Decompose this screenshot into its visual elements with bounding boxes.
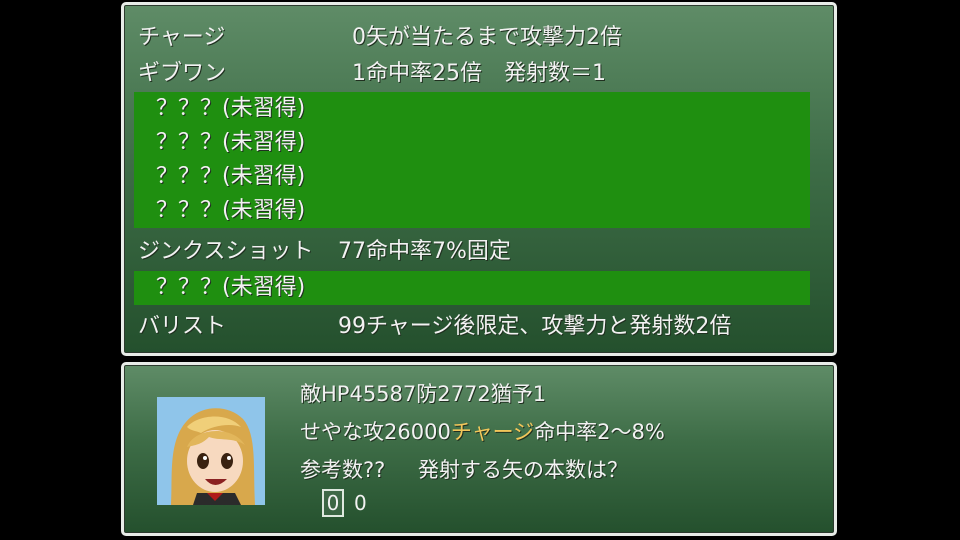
skill-name: ？？？(未習得)	[156, 164, 306, 189]
skill-list-window: チャージ 0矢が当たるまで攻撃力2倍 ギブワン 1命中率25倍 発射数＝1 ？？…	[121, 2, 837, 356]
character-portrait	[157, 397, 265, 505]
skill-row-charge[interactable]: チャージ 0矢が当たるまで攻撃力2倍	[134, 21, 810, 55]
skill-description: 0矢が当たるまで攻撃力2倍	[352, 25, 622, 50]
skill-name: ？？？(未習得)	[156, 275, 306, 300]
skill-name: チャージ	[138, 25, 226, 50]
digit-input-next[interactable]: 0	[354, 489, 367, 517]
message-window: 敵HP45587防2772猶予1 せやな攻26000チャージ命中率2～8% 参考…	[121, 362, 837, 536]
player-attack-text: せやな攻26000	[300, 420, 451, 444]
skill-name: ？？？(未習得)	[156, 130, 306, 155]
skill-name: ？？？(未習得)	[156, 96, 306, 121]
prompt-line: 参考数?? 発射する矢の本数は？	[300, 455, 628, 485]
skill-name: バリスト	[138, 314, 227, 339]
character-face-icon	[157, 397, 265, 505]
skill-row-locked[interactable]: ？？？(未習得)	[134, 126, 810, 160]
hit-rate-text: 命中率2～8%	[534, 420, 665, 444]
skill-row-giveone[interactable]: ギブワン 1命中率25倍 発射数＝1	[134, 57, 810, 91]
skill-description: 1命中率25倍 発射数＝1	[352, 61, 606, 86]
skill-description: 77命中率7%固定	[338, 239, 511, 264]
skill-row-ballista[interactable]: バリスト 99チャージ後限定、攻撃力と発射数2倍	[134, 310, 810, 344]
charge-status-text: チャージ	[450, 420, 535, 444]
skill-row-locked[interactable]: ？？？(未習得)	[134, 271, 810, 305]
player-stats-line: せやな攻26000チャージ命中率2～8%	[300, 417, 665, 447]
skill-row-locked[interactable]: ？？？(未習得)	[134, 92, 810, 126]
digit-input-selected[interactable]: 0	[322, 489, 344, 517]
skill-name: ジンクスショット	[138, 239, 314, 264]
skill-description: 99チャージ後限定、攻撃力と発射数2倍	[338, 314, 732, 339]
skill-row-locked[interactable]: ？？？(未習得)	[134, 160, 810, 194]
skill-row-locked[interactable]: ？？？(未習得)	[134, 194, 810, 228]
reference-number-text: 参考数??	[300, 458, 386, 482]
arrow-count-prompt: 発射する矢の本数は？	[417, 458, 628, 482]
skill-name: ？？？(未習得)	[156, 198, 306, 223]
enemy-stats-text: 敵HP45587防2772猶予1	[300, 382, 547, 406]
skill-name: ギブワン	[138, 61, 227, 86]
skill-row-jinx-shot[interactable]: ジンクスショット 77命中率7%固定	[134, 235, 810, 269]
